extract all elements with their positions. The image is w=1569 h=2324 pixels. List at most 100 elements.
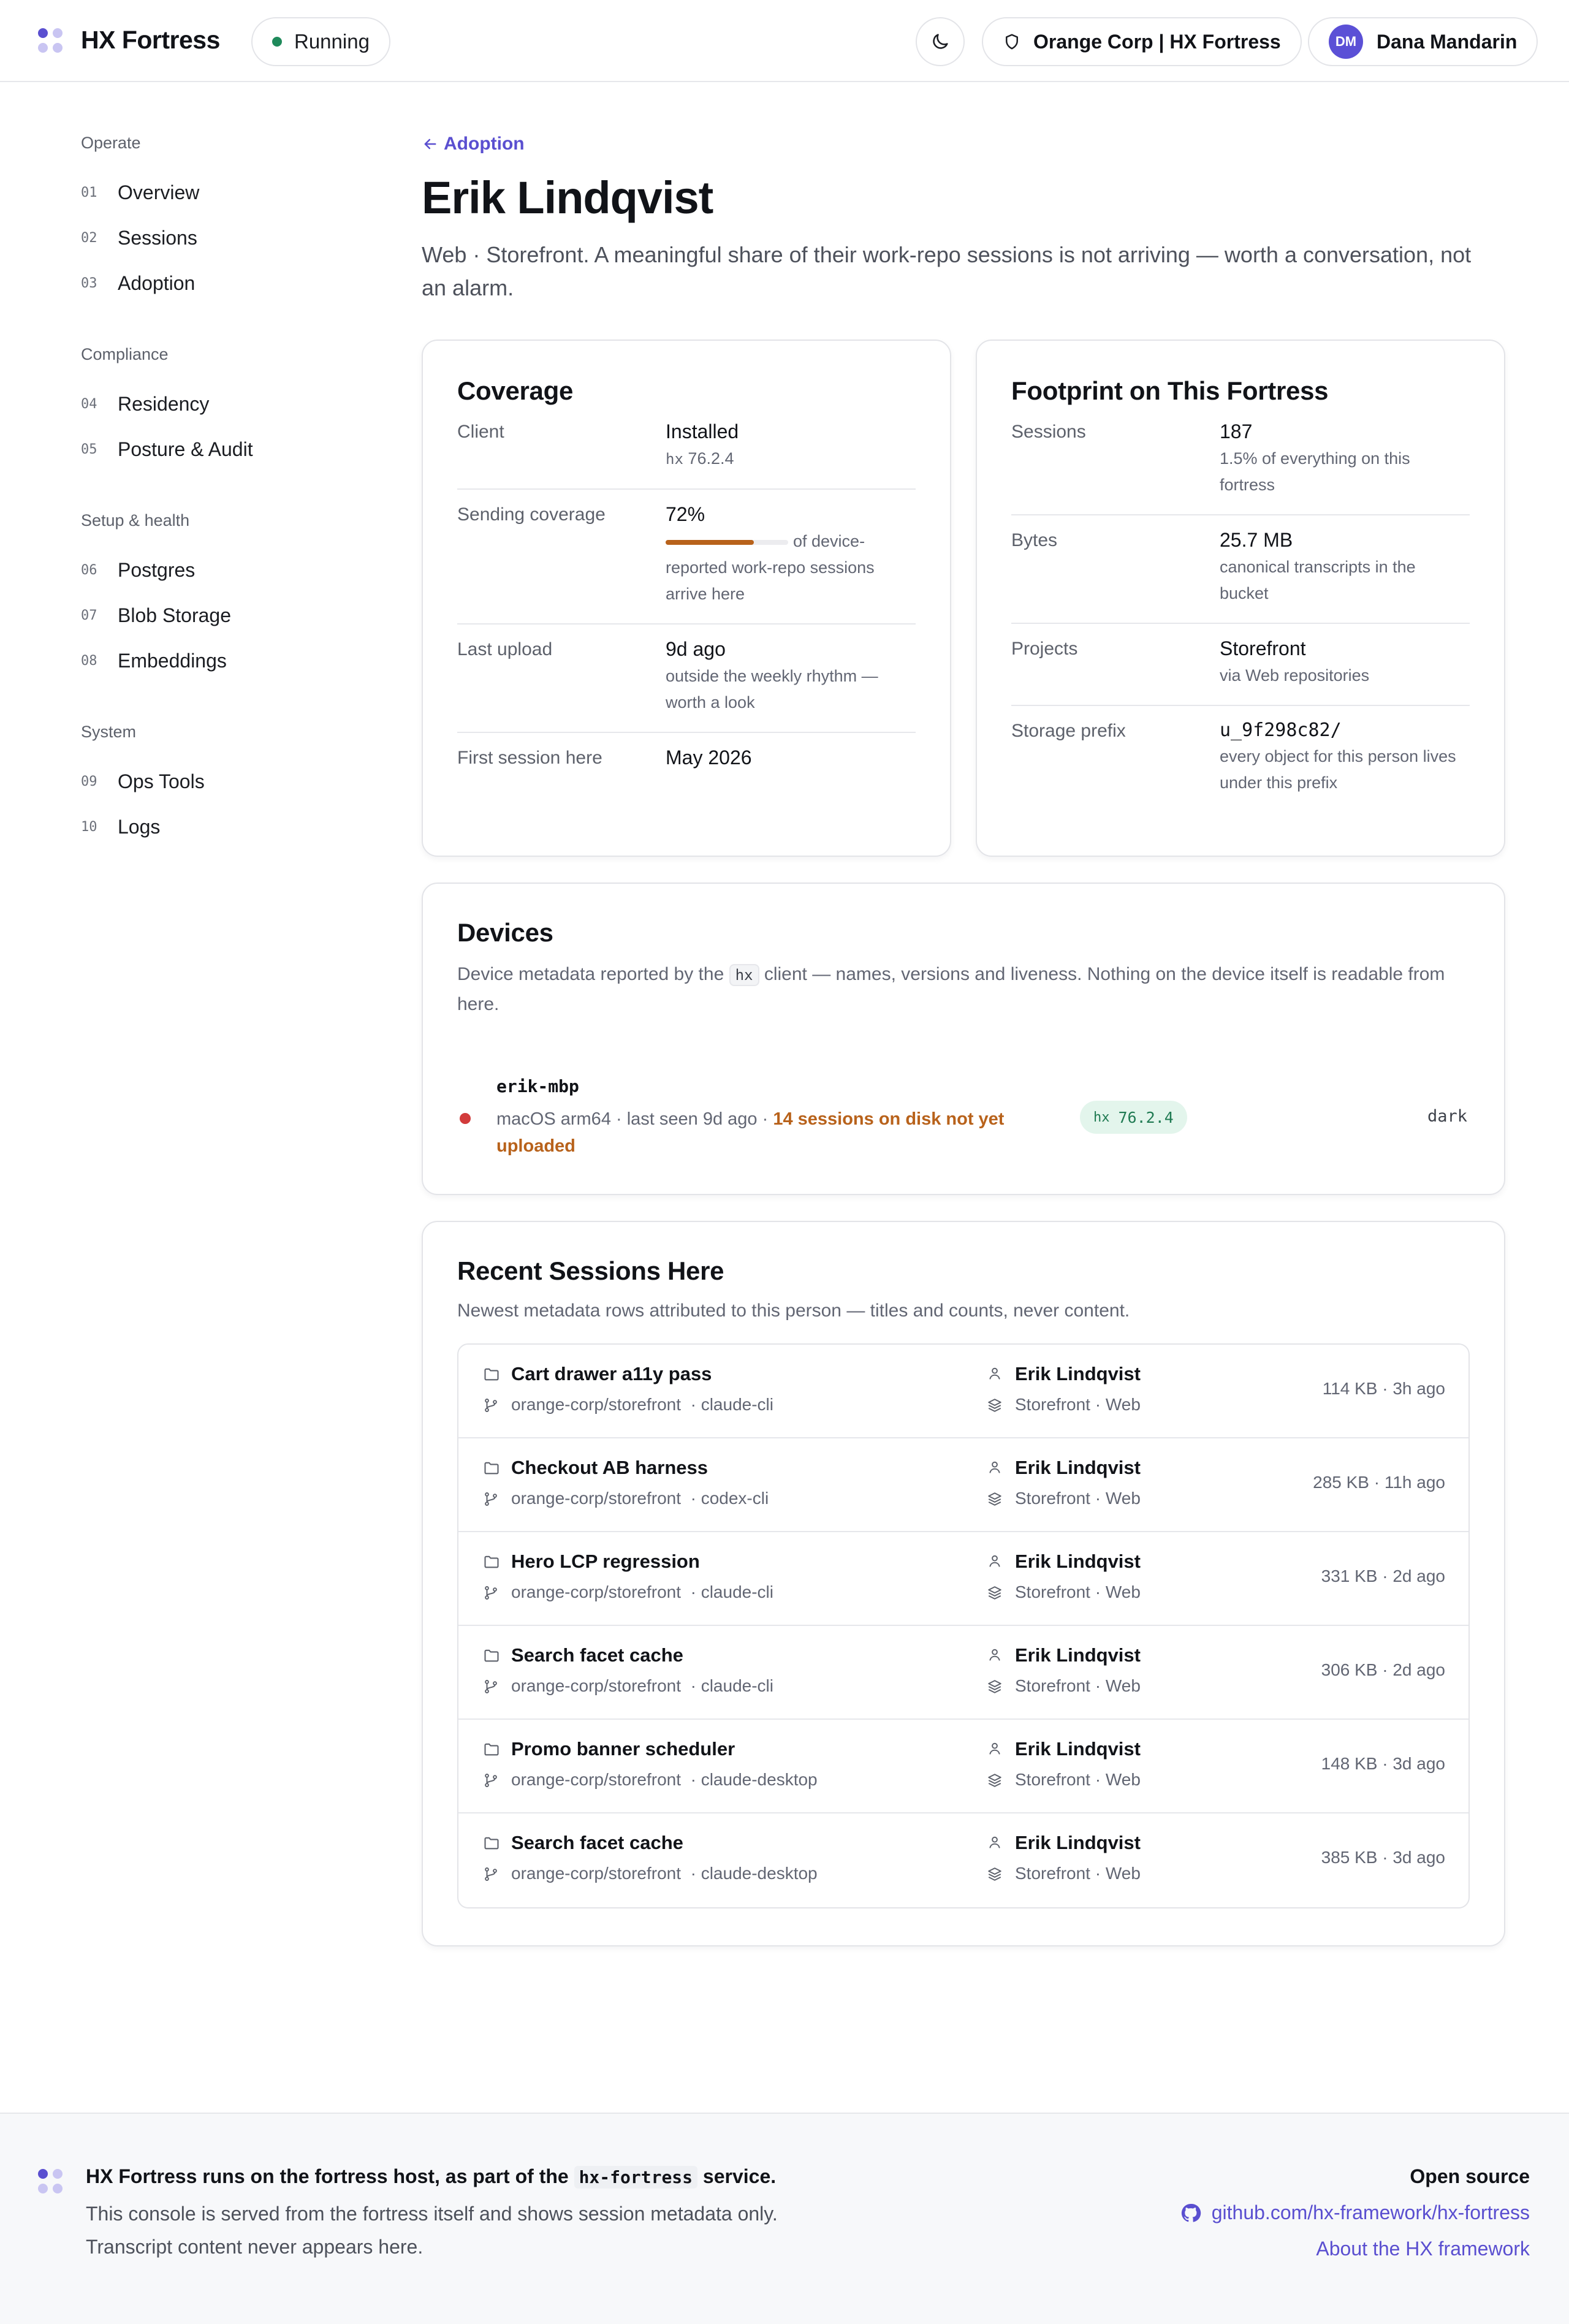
device-row[interactable]: erik-mbp macOS arm64 · last seen 9d ago … [457,1061,1470,1160]
user-menu[interactable]: DM Dana Mandarin [1308,17,1538,66]
table-row[interactable]: Cart drawer a11y pass orange-corp/storefr… [458,1345,1468,1438]
arrow-left-icon [424,139,436,150]
folder-icon [483,1647,500,1664]
session-meta: 331 KB · 2d ago [1321,1566,1445,1585]
user-icon [987,1553,1004,1570]
sidebar-item-label: Adoption [118,272,196,294]
sidebar-item-sessions[interactable]: 02 Sessions [81,215,357,260]
coverage-upload-row: Last upload 9d ago outside the weekly rh… [457,625,916,733]
user-icon [987,1365,1004,1383]
footer-head-code: hx-fortress [574,2166,698,2189]
table-row[interactable]: Hero LCP regression orange-corp/storefron… [458,1532,1468,1626]
device-theme: dark [1427,1107,1467,1126]
sidebar-item-number: 09 [81,773,97,789]
client-name: · claude-cli [690,1582,773,1601]
sidebar-item-number: 10 [81,819,97,835]
bytes-value: 25.7 MB [1220,529,1293,551]
theme-toggle-button[interactable] [916,17,965,66]
user-icon [987,1647,1004,1664]
top-header: HX Fortress Running Orange Corp | HX For… [0,0,1569,82]
layers-icon [987,1679,1004,1696]
recent-sessions-desc: Newest metadata rows attributed to this … [457,1301,1130,1321]
kv-key: Bytes [1011,530,1058,550]
session-person: Erik Lindqvist [1015,1832,1141,1853]
sidebar-item-postgres[interactable]: 06 Postgres [81,547,357,593]
table-row[interactable]: Search facet cache orange-corp/storefront… [458,1813,1468,1907]
session-meta: 385 KB · 3d ago [1321,1848,1445,1867]
storage-prefix: u_9f298c82/ [1220,720,1342,741]
kv-key: First session here [457,748,602,768]
session-repo: orange-corp/storefront · claude-desktop [511,1770,818,1790]
git-branch-icon [483,1397,500,1415]
client-version-badge: hx 76.2.4 [1080,1101,1187,1134]
sidebar-item-number: 02 [81,230,97,246]
sessions-table: Cart drawer a11y pass orange-corp/storefr… [457,1343,1470,1908]
sidebar-item-blob-storage[interactable]: 07 Blob Storage [81,593,357,638]
brand-name[interactable]: HX Fortress [81,26,220,55]
table-row[interactable]: Promo banner scheduler orange-corp/storef… [458,1720,1468,1813]
kv-key: Projects [1011,639,1078,659]
github-link[interactable]: github.com/hx-framework/hx-fortress [1180,2201,1530,2224]
session-project: Storefront · Web [1015,1676,1141,1695]
avatar: DM [1329,25,1363,59]
projects-value: Storefront [1220,637,1306,659]
sidebar-item-residency[interactable]: 04 Residency [81,381,357,427]
client-name: · claude-cli [690,1395,773,1414]
session-title: Promo banner scheduler [511,1738,735,1760]
footer-line-1: This console is served from the fortress… [86,2203,778,2225]
sidebar-item-label: Ops Tools [118,770,205,792]
sidebar-item-number: 04 [81,396,97,412]
sidebar-item-embeddings[interactable]: 08 Embeddings [81,638,357,683]
back-link[interactable]: Adoption [422,134,1505,154]
sidebar-item-label: Blob Storage [118,604,232,626]
device-status-dot-icon [460,1113,471,1124]
desc-before: Device metadata reported by the [457,964,724,984]
recent-sessions-card: Recent Sessions Here Newest metadata row… [422,1221,1505,1946]
devices-title: Devices [457,918,553,947]
user-icon [987,1459,1004,1476]
table-row[interactable]: Search facet cache orange-corp/storefront… [458,1626,1468,1720]
sessions-sub: 1.5% of everything on this fortress [1220,449,1410,494]
git-branch-icon [483,1585,500,1602]
nav-group: System 09 Ops Tools 10 Logs [81,723,357,849]
about-link[interactable]: About the HX framework [1180,2238,1530,2260]
github-link-label: github.com/hx-framework/hx-fortress [1211,2201,1530,2223]
session-title: Cart drawer a11y pass [511,1363,712,1384]
session-person: Erik Lindqvist [1015,1363,1141,1384]
layers-icon [987,1772,1004,1790]
last-upload: 9d ago [666,638,726,660]
session-repo: orange-corp/storefront · claude-cli [511,1582,773,1602]
shield-icon [1006,34,1018,50]
prefix-sub: every object for this person lives under… [1220,747,1456,792]
user-name: Dana Mandarin [1377,30,1518,53]
client-prefix: hx [666,450,683,468]
session-person: Erik Lindqvist [1015,1644,1141,1666]
footer-line-2: Transcript content never appears here. [86,2236,424,2258]
kv-key: Last upload [457,639,553,659]
repo-name: orange-corp/storefront [511,1770,682,1789]
first-session: May 2026 [666,746,752,769]
sidebar-item-overview[interactable]: 01 Overview [81,170,357,215]
git-branch-icon [483,1679,500,1696]
github-icon [1181,2203,1201,2222]
coverage-client-row: Client Installed hx 76.2.4 [457,414,916,490]
sidebar-item-number: 06 [81,562,97,578]
projects-sub: via Web repositories [1220,666,1370,685]
desc-code: hx [729,964,759,986]
page-description: Web · Storefront. A meaningful share of … [422,242,1472,300]
sidebar-item-logs[interactable]: 10 Logs [81,804,357,849]
sidebar-item-adoption[interactable]: 03 Adoption [81,260,357,306]
nav-group-title: Compliance [81,345,169,363]
footer-logo-icon [38,2169,65,2196]
client-version: 76.2.4 [688,449,734,468]
status-label: Running [294,30,370,53]
table-row[interactable]: Checkout AB harness orange-corp/storefron… [458,1438,1468,1532]
coverage-title: Coverage [457,376,574,405]
sidebar-item-ops-tools[interactable]: 09 Ops Tools [81,759,357,804]
moon-icon [933,34,948,49]
session-title: Checkout AB harness [511,1457,708,1478]
sidebar-item-label: Logs [118,815,161,838]
client-name: · codex-cli [690,1489,769,1508]
org-selector[interactable]: Orange Corp | HX Fortress [982,17,1302,66]
sidebar-item-posture-audit[interactable]: 05 Posture & Audit [81,427,357,472]
